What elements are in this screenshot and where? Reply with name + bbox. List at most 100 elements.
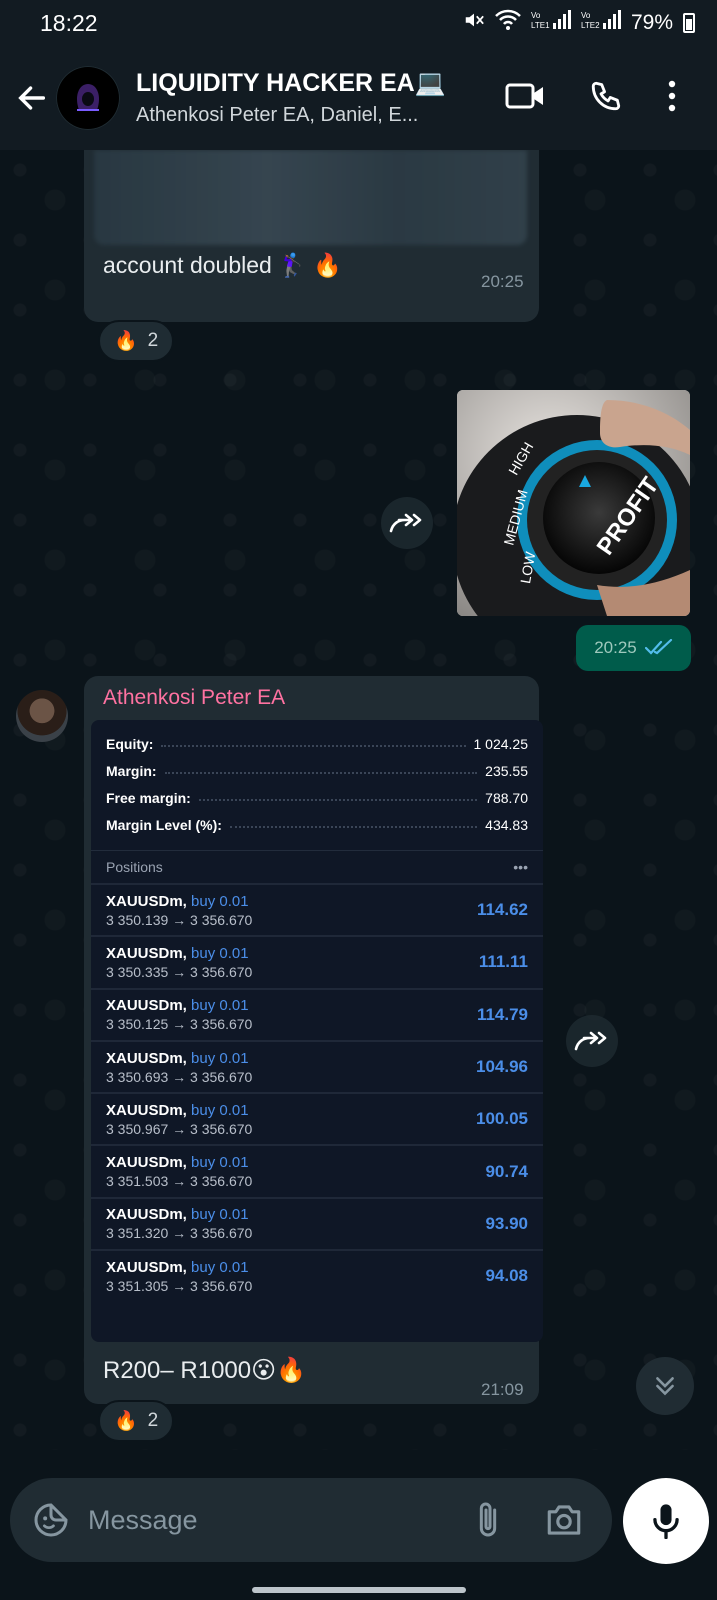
account-row: Margin: 235.55	[106, 757, 528, 784]
chat-title: LIQUIDITY HACKER EA💻	[136, 69, 446, 97]
position-prices: 3 350.125 → 3 356.670	[106, 1016, 253, 1033]
microphone-icon	[653, 1504, 679, 1539]
phone-icon	[591, 81, 621, 110]
mute-icon	[463, 9, 485, 37]
position-prices: 3 350.693 → 3 356.670	[106, 1068, 253, 1085]
outgoing-message-status: 20:25	[576, 625, 691, 671]
position-side: buy 0.01	[191, 1101, 249, 1119]
positions-header: Positions •••	[91, 850, 543, 883]
sender-name[interactable]: Athenkosi Peter EA	[103, 686, 285, 710]
message-composer	[10, 1478, 612, 1562]
reaction-badge[interactable]: 🔥 2	[98, 320, 175, 362]
position-profit: 114.62	[476, 900, 528, 920]
position-symbol: XAUUSDm,	[106, 1049, 187, 1067]
account-value: 788.70	[485, 789, 528, 806]
position-info: XAUUSDm, buy 0.01 3 351.503 → 3 356.670	[106, 1154, 252, 1189]
position-symbol: XAUUSDm,	[106, 1101, 187, 1119]
message-bubble-incoming[interactable]: account doubled 🏌🏾‍♀️ 🔥 20:25	[84, 150, 539, 322]
battery-icon	[683, 13, 695, 33]
reaction-badge[interactable]: 🔥 2	[98, 1400, 175, 1442]
account-row: Free margin: 788.70	[106, 784, 528, 811]
account-value: 1 024.25	[473, 735, 529, 752]
forward-button[interactable]	[566, 1015, 618, 1067]
forward-icon	[574, 1031, 607, 1051]
emoji-sticker-button[interactable]	[28, 1497, 74, 1543]
double-chevron-down-icon	[656, 1377, 674, 1396]
camera-icon	[547, 1505, 581, 1535]
double-check-icon	[644, 639, 672, 655]
position-side: buy 0.01	[191, 997, 249, 1015]
voice-message-button[interactable]	[623, 1478, 709, 1564]
reaction-count: 2	[147, 1410, 159, 1431]
position-row[interactable]: XAUUSDm, buy 0.01 3 350.693 → 3 356.670 10…	[91, 1039, 543, 1092]
position-symbol: XAUUSDm,	[106, 1154, 187, 1172]
chat-messages-area[interactable]: account doubled 🏌🏾‍♀️ 🔥 20:25 🔥 2 PROFIT…	[0, 150, 717, 1450]
position-row[interactable]: XAUUSDm, buy 0.01 3 350.125 → 3 356.670 11…	[91, 987, 543, 1040]
position-row[interactable]: XAUUSDm, buy 0.01 3 351.305 → 3 356.670 94…	[91, 1249, 543, 1301]
account-label: Margin Level (%):	[106, 816, 222, 833]
message-input[interactable]	[88, 1504, 464, 1536]
back-button[interactable]	[2, 68, 62, 128]
group-avatar[interactable]	[56, 66, 120, 130]
message-time: 21:09	[481, 1380, 524, 1399]
fire-emoji: 🔥	[114, 331, 138, 352]
positions-list: XAUUSDm, buy 0.01 3 350.139 → 3 356.670 11…	[91, 883, 543, 1301]
trading-screenshot[interactable]: Equity: 1 024.25 Margin: 235.55 Free margi…	[91, 720, 543, 1342]
position-title: XAUUSDm, buy 0.01	[106, 1102, 252, 1119]
position-symbol: XAUUSDm,	[106, 892, 187, 910]
position-profit: 100.05	[476, 1109, 528, 1129]
account-row: Margin Level (%): 434.83	[106, 811, 528, 838]
reaction-count: 2	[147, 330, 159, 351]
position-title: XAUUSDm, buy 0.01	[106, 893, 252, 910]
paperclip-icon	[479, 1502, 497, 1537]
home-gesture-pill[interactable]	[252, 1587, 466, 1593]
camera-button[interactable]	[540, 1496, 588, 1544]
position-side: buy 0.01	[191, 1154, 249, 1172]
profit-knob-image[interactable]: PROFIT LOW MEDIUM HIGH	[457, 390, 690, 616]
message-time: 20:25	[594, 638, 637, 657]
account-label: Free margin:	[106, 789, 191, 806]
voice-call-button[interactable]	[589, 79, 623, 118]
status-icons: Vo LTE1 Vo LTE2 79%	[463, 9, 695, 37]
position-profit: 114.79	[476, 1004, 528, 1024]
position-info: XAUUSDm, buy 0.01 3 350.967 → 3 356.670	[106, 1102, 252, 1137]
position-profit: 90.74	[485, 1161, 528, 1181]
chat-title-area[interactable]: LIQUIDITY HACKER EA💻 Athenkosi Peter EA,…	[136, 69, 456, 127]
arrow-left-icon	[18, 86, 46, 110]
position-side: buy 0.01	[191, 1206, 249, 1224]
position-info: XAUUSDm, buy 0.01 3 351.320 → 3 356.670	[106, 1206, 252, 1241]
position-prices: 3 351.305 → 3 356.670	[106, 1277, 253, 1294]
position-info: XAUUSDm, buy 0.01 3 350.139 → 3 356.670	[106, 893, 252, 928]
position-prices: 3 351.320 → 3 356.670	[106, 1225, 253, 1242]
position-row[interactable]: XAUUSDm, buy 0.01 3 351.320 → 3 356.670 93…	[91, 1196, 543, 1249]
fire-emoji: 🔥	[114, 1411, 138, 1432]
position-info: XAUUSDm, buy 0.01 3 350.693 → 3 356.670	[106, 1050, 252, 1085]
attach-button[interactable]	[464, 1496, 512, 1544]
position-symbol: XAUUSDm,	[106, 1258, 187, 1276]
svg-text:LTE2: LTE2	[581, 21, 600, 30]
more-vertical-icon	[668, 80, 676, 111]
position-row[interactable]: XAUUSDm, buy 0.01 3 350.139 → 3 356.670 11…	[91, 883, 543, 935]
more-options-button[interactable]	[667, 80, 677, 117]
position-row[interactable]: XAUUSDm, buy 0.01 3 350.335 → 3 356.670 11…	[91, 935, 543, 987]
position-title: XAUUSDm, buy 0.01	[106, 1050, 252, 1067]
position-prices: 3 350.967 → 3 356.670	[106, 1120, 253, 1137]
position-side: buy 0.01	[191, 892, 249, 910]
forward-button[interactable]	[381, 497, 433, 549]
signal-sim1-icon: Vo LTE1	[531, 9, 571, 37]
header-actions	[505, 79, 717, 118]
scroll-to-bottom-button[interactable]	[636, 1357, 694, 1415]
message-text: account doubled 🏌🏾‍♀️ 🔥	[103, 252, 342, 278]
sender-avatar[interactable]	[16, 690, 68, 742]
position-row[interactable]: XAUUSDm, buy 0.01 3 350.967 → 3 356.670 10…	[91, 1092, 543, 1144]
position-row[interactable]: XAUUSDm, buy 0.01 3 351.503 → 3 356.670 90…	[91, 1144, 543, 1196]
blurred-image[interactable]	[94, 150, 527, 245]
svg-text:Vo: Vo	[581, 11, 591, 20]
position-title: XAUUSDm, buy 0.01	[106, 1259, 252, 1276]
position-profit: 93.90	[485, 1213, 528, 1233]
wifi-icon	[495, 9, 521, 37]
profit-knob-illustration: PROFIT LOW MEDIUM HIGH	[457, 390, 690, 616]
position-title: XAUUSDm, buy 0.01	[106, 1154, 252, 1171]
video-call-button[interactable]	[505, 81, 545, 116]
position-title: XAUUSDm, buy 0.01	[106, 945, 252, 962]
